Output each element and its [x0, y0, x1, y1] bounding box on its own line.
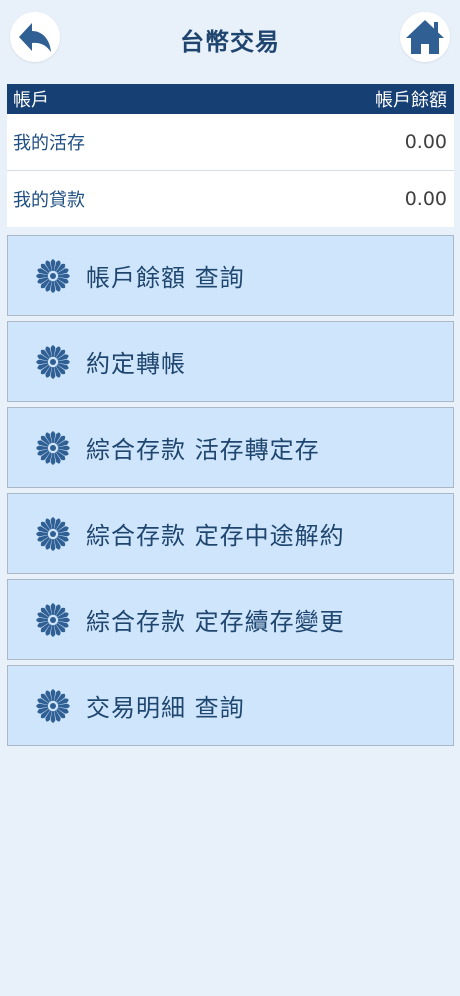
- menu-item-renewal-change[interactable]: 綜合存款 定存續存變更: [7, 579, 454, 660]
- account-column-label: 帳戶: [13, 90, 49, 111]
- home-button[interactable]: [400, 12, 450, 62]
- menu-item-label: 綜合存款 活存轉定存: [86, 436, 320, 464]
- account-name: 我的貸款: [13, 190, 85, 211]
- account-table: 帳戶 帳戶餘額 我的活存 0.00 我的貸款 0.00: [7, 84, 454, 227]
- menu-item-transaction-details[interactable]: 交易明細 查詢: [7, 665, 454, 746]
- account-balance: 0.00: [404, 188, 447, 210]
- account-row[interactable]: 我的貸款 0.00: [7, 171, 454, 227]
- menu-item-early-termination[interactable]: 綜合存款 定存中途解約: [7, 493, 454, 574]
- menu-item-label: 綜合存款 定存續存變更: [86, 608, 345, 636]
- balance-column-label: 帳戶餘額: [375, 90, 447, 111]
- account-name: 我的活存: [13, 133, 85, 154]
- transaction-menu: 帳戶餘額 查詢 約定轉帳 綜合存款 活存轉定存 綜合存款 定存中途解約 綜合存款…: [7, 235, 454, 751]
- menu-item-label: 交易明細 查詢: [86, 694, 245, 722]
- home-icon: [406, 20, 444, 54]
- account-balance: 0.00: [404, 131, 447, 153]
- chrysanthemum-logo-icon: [36, 430, 70, 465]
- menu-item-label: 約定轉帳: [86, 350, 186, 378]
- menu-item-designated-transfer[interactable]: 約定轉帳: [7, 321, 454, 402]
- chrysanthemum-logo-icon: [36, 258, 70, 293]
- account-row[interactable]: 我的活存 0.00: [7, 114, 454, 171]
- chrysanthemum-logo-icon: [36, 344, 70, 379]
- account-table-header: 帳戶 帳戶餘額: [7, 84, 454, 114]
- menu-item-balance-inquiry[interactable]: 帳戶餘額 查詢: [7, 235, 454, 316]
- chrysanthemum-logo-icon: [36, 516, 70, 551]
- page-title: 台幣交易: [180, 28, 280, 56]
- chrysanthemum-logo-icon: [36, 688, 70, 723]
- app-header: 台幣交易: [0, 0, 460, 82]
- menu-item-demand-to-time-deposit[interactable]: 綜合存款 活存轉定存: [7, 407, 454, 488]
- menu-item-label: 綜合存款 定存中途解約: [86, 522, 345, 550]
- menu-item-label: 帳戶餘額 查詢: [86, 264, 245, 292]
- chrysanthemum-logo-icon: [36, 602, 70, 637]
